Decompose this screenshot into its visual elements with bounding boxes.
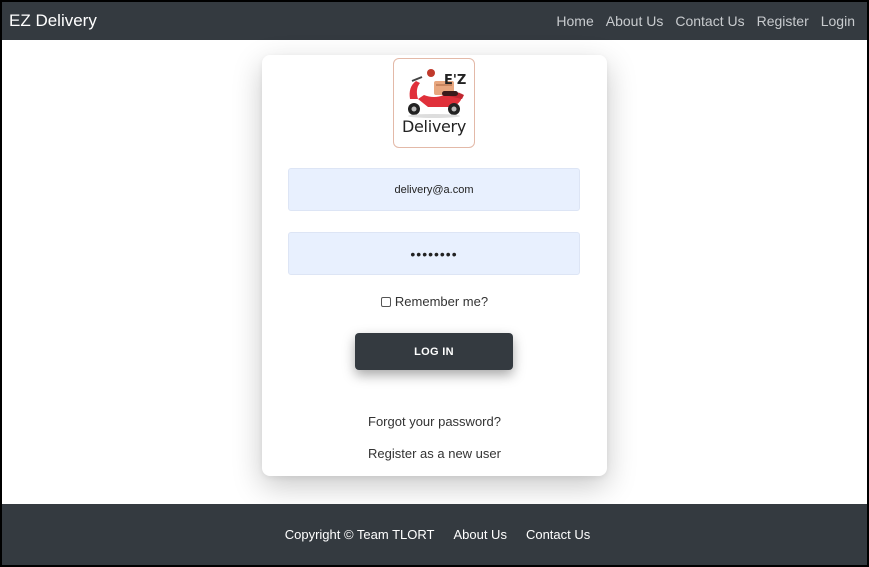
nav-home[interactable]: Home bbox=[556, 13, 593, 29]
footer: Copyright © Team TLORT About Us Contact … bbox=[2, 504, 867, 565]
register-new-user-link[interactable]: Register as a new user bbox=[262, 446, 607, 461]
password-field[interactable] bbox=[288, 232, 580, 275]
footer-copyright: Copyright © Team TLORT bbox=[284, 527, 435, 542]
brand-link[interactable]: EZ Delivery bbox=[9, 11, 97, 31]
nav-login[interactable]: Login bbox=[821, 13, 855, 29]
remember-me-checkbox[interactable] bbox=[380, 296, 391, 307]
logo-delivery-text: Delivery bbox=[401, 117, 466, 136]
forgot-password-link[interactable]: Forgot your password? bbox=[262, 414, 607, 429]
app-window: EZ Delivery Home About Us Contact Us Reg… bbox=[0, 0, 869, 567]
remember-me-label: Remember me? bbox=[394, 294, 489, 309]
nav-contact-us[interactable]: Contact Us bbox=[675, 13, 744, 29]
email-field[interactable] bbox=[288, 168, 580, 211]
top-navbar: EZ Delivery Home About Us Contact Us Reg… bbox=[2, 2, 867, 40]
remember-me[interactable]: Remember me? bbox=[262, 294, 607, 309]
login-card: E'Z Delivery Remember me? LOG IN Forgot … bbox=[262, 55, 607, 476]
footer-about-us[interactable]: About Us bbox=[453, 527, 506, 542]
nav-about-us[interactable]: About Us bbox=[606, 13, 664, 29]
login-button[interactable]: LOG IN bbox=[355, 333, 513, 370]
footer-contact-us[interactable]: Contact Us bbox=[526, 527, 590, 542]
nav-links: Home About Us Contact Us Register Login bbox=[544, 13, 855, 29]
logo-ez-text: E'Z bbox=[444, 73, 467, 88]
ez-delivery-logo: E'Z Delivery bbox=[393, 58, 475, 148]
nav-register[interactable]: Register bbox=[757, 13, 809, 29]
